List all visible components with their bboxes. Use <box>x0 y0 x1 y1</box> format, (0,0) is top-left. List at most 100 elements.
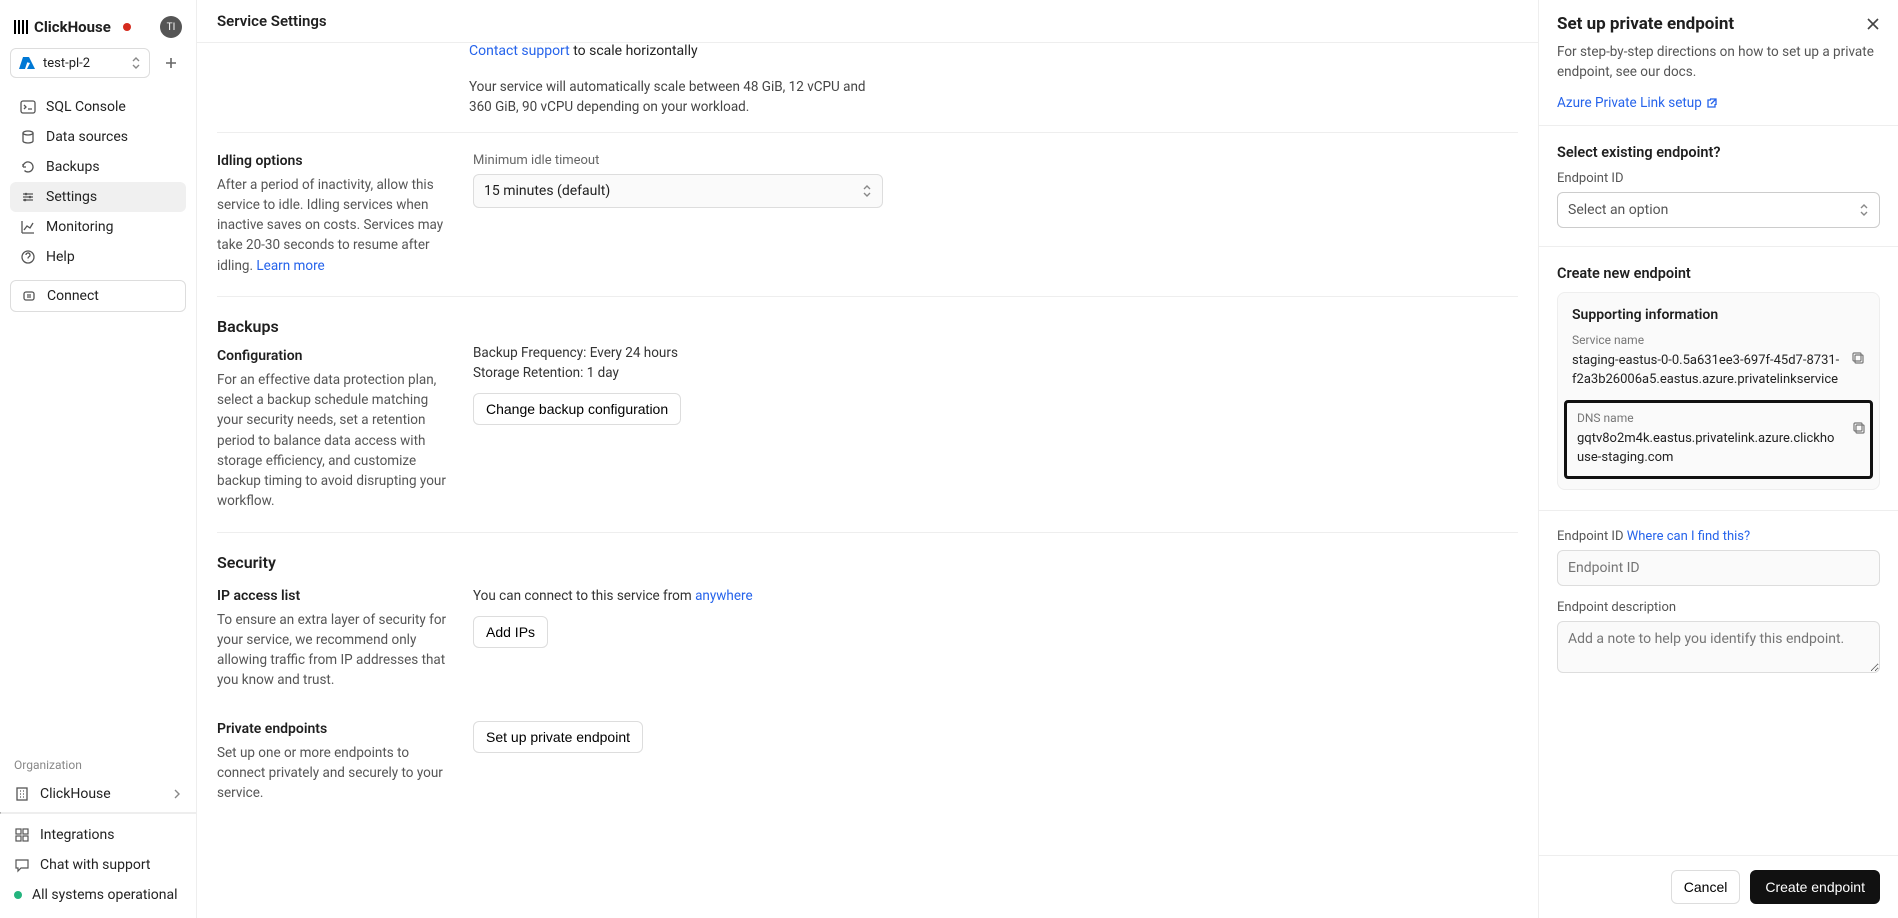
database-icon <box>20 129 36 145</box>
copy-icon <box>1852 421 1866 435</box>
status-dot-icon <box>123 23 131 31</box>
sidebar-item-monitoring[interactable]: Monitoring <box>10 212 186 242</box>
select-existing-heading: Select existing endpoint? <box>1557 144 1880 161</box>
sidebar-item-label: All systems operational <box>32 887 178 903</box>
create-new-heading: Create new endpoint <box>1557 265 1880 282</box>
external-link-icon <box>1706 97 1718 109</box>
private-endpoint-panel: Set up private endpoint For step-by-step… <box>1538 0 1898 918</box>
ip-access-title: IP access list <box>217 588 449 604</box>
chevron-up-down-icon <box>1859 203 1869 217</box>
security-title: Security <box>217 553 1518 572</box>
dns-name-value: gqtv8o2m4k.eastus.privatelink.azure.clic… <box>1577 429 1860 468</box>
dns-name-label: DNS name <box>1577 411 1860 425</box>
chart-icon <box>20 219 36 235</box>
brand-header: ClickHouse TI <box>10 10 186 48</box>
page-title: Service Settings <box>197 0 1538 43</box>
sidebar-item-sql-console[interactable]: SQL Console <box>10 92 186 122</box>
user-avatar[interactable]: TI <box>160 16 182 38</box>
backups-title: Backups <box>217 317 449 336</box>
add-ips-button[interactable]: Add IPs <box>473 616 548 648</box>
where-find-link[interactable]: Where can I find this? <box>1627 529 1750 544</box>
endpoint-select-placeholder: Select an option <box>1568 202 1668 218</box>
cancel-button[interactable]: Cancel <box>1671 870 1741 904</box>
sidebar-item-label: SQL Console <box>46 99 126 115</box>
connect-button[interactable]: Connect <box>10 280 186 312</box>
copy-icon <box>1851 351 1865 365</box>
panel-title: Set up private endpoint <box>1557 14 1734 34</box>
logo-icon <box>14 20 28 34</box>
sidebar-item-label: Settings <box>46 189 97 205</box>
sidebar-item-backups[interactable]: Backups <box>10 152 186 182</box>
doc-link[interactable]: Azure Private Link setup <box>1557 95 1718 111</box>
private-endpoints-title: Private endpoints <box>217 721 449 737</box>
setup-private-endpoint-button[interactable]: Set up private endpoint <box>473 721 643 753</box>
endpoint-id-field-label: Endpoint ID Where can I find this? <box>1557 529 1880 544</box>
idling-desc: After a period of inactivity, allow this… <box>217 175 449 276</box>
contact-suffix: to scale horizontally <box>570 43 698 59</box>
copy-dns-button[interactable] <box>1852 421 1866 435</box>
org-name: ClickHouse <box>40 786 111 802</box>
plug-icon <box>21 288 37 304</box>
connect-label: Connect <box>47 288 99 304</box>
idling-title: Idling options <box>217 153 449 169</box>
sidebar-item-label: Monitoring <box>46 219 114 235</box>
sidebar-item-status[interactable]: All systems operational <box>0 880 196 910</box>
supporting-title: Supporting information <box>1572 307 1865 323</box>
create-endpoint-button[interactable]: Create endpoint <box>1750 870 1880 904</box>
endpoint-desc-label: Endpoint description <box>1557 600 1880 615</box>
backup-frequency: Backup Frequency: Every 24 hours <box>473 345 903 361</box>
idle-timeout-label: Minimum idle timeout <box>473 153 903 168</box>
sidebar-nav: SQL Console Data sources Backups Setting… <box>0 88 196 276</box>
sidebar-item-label: Chat with support <box>40 857 151 873</box>
copy-service-name-button[interactable] <box>1851 351 1865 365</box>
terminal-icon <box>20 99 36 115</box>
backups-config: Configuration <box>217 348 449 364</box>
brand-name: ClickHouse <box>34 18 111 36</box>
sidebar-item-integrations[interactable]: Integrations <box>0 820 196 850</box>
endpoint-id-label: Endpoint ID <box>1557 171 1880 186</box>
sidebar-item-label: Integrations <box>40 827 114 843</box>
backups-desc: For an effective data protection plan, s… <box>217 370 449 512</box>
panel-close-button[interactable] <box>1866 17 1880 31</box>
idle-timeout-value: 15 minutes (default) <box>484 183 610 199</box>
endpoint-id-select[interactable]: Select an option <box>1557 192 1880 228</box>
anywhere-link[interactable]: anywhere <box>695 588 753 604</box>
sliders-icon <box>20 189 36 205</box>
endpoint-id-input[interactable] <box>1557 550 1880 586</box>
sidebar-item-help[interactable]: Help <box>10 242 186 272</box>
sidebar-item-label: Help <box>46 249 75 265</box>
private-endpoints-desc: Set up one or more endpoints to connect … <box>217 743 449 804</box>
puzzle-icon <box>14 827 30 843</box>
sidebar: ClickHouse TI test-pl-2 <box>0 0 197 918</box>
sidebar-item-settings[interactable]: Settings <box>10 182 186 212</box>
chevron-up-down-icon <box>131 56 141 70</box>
endpoint-desc-textarea[interactable] <box>1557 621 1880 673</box>
history-icon <box>20 159 36 175</box>
ip-connect-text: You can connect to this service from any… <box>473 588 903 604</box>
idling-learn-more-link[interactable]: Learn more <box>256 258 324 274</box>
backup-retention: Storage Retention: 1 day <box>473 365 903 381</box>
main-content: Service Settings Contact support to scal… <box>197 0 1538 918</box>
contact-support-link[interactable]: Contact support <box>469 43 570 59</box>
building-icon <box>14 786 30 802</box>
sidebar-item-chat[interactable]: Chat with support <box>0 850 196 880</box>
close-icon <box>1866 17 1880 31</box>
service-name: test-pl-2 <box>43 56 90 71</box>
service-name-value: staging-eastus-0-0.5a631ee3-697f-45d7-87… <box>1572 351 1865 390</box>
status-ok-icon <box>14 891 22 899</box>
service-selector[interactable]: test-pl-2 <box>10 48 150 78</box>
sidebar-item-label: Data sources <box>46 129 128 145</box>
chevron-right-icon <box>172 789 182 799</box>
org-heading: Organization <box>0 758 196 778</box>
panel-intro: For step-by-step directions on how to se… <box>1557 42 1880 83</box>
idle-timeout-select[interactable]: 15 minutes (default) <box>473 174 883 208</box>
org-switcher[interactable]: ClickHouse <box>0 778 196 812</box>
sidebar-item-data-sources[interactable]: Data sources <box>10 122 186 152</box>
chevron-up-down-icon <box>862 184 872 198</box>
help-icon <box>20 249 36 265</box>
add-service-button[interactable] <box>156 48 186 78</box>
change-backup-config-button[interactable]: Change backup configuration <box>473 393 681 425</box>
ip-access-desc: To ensure an extra layer of security for… <box>217 610 449 691</box>
azure-icon <box>19 55 35 71</box>
supporting-info-box: Supporting information Service name stag… <box>1557 292 1880 490</box>
